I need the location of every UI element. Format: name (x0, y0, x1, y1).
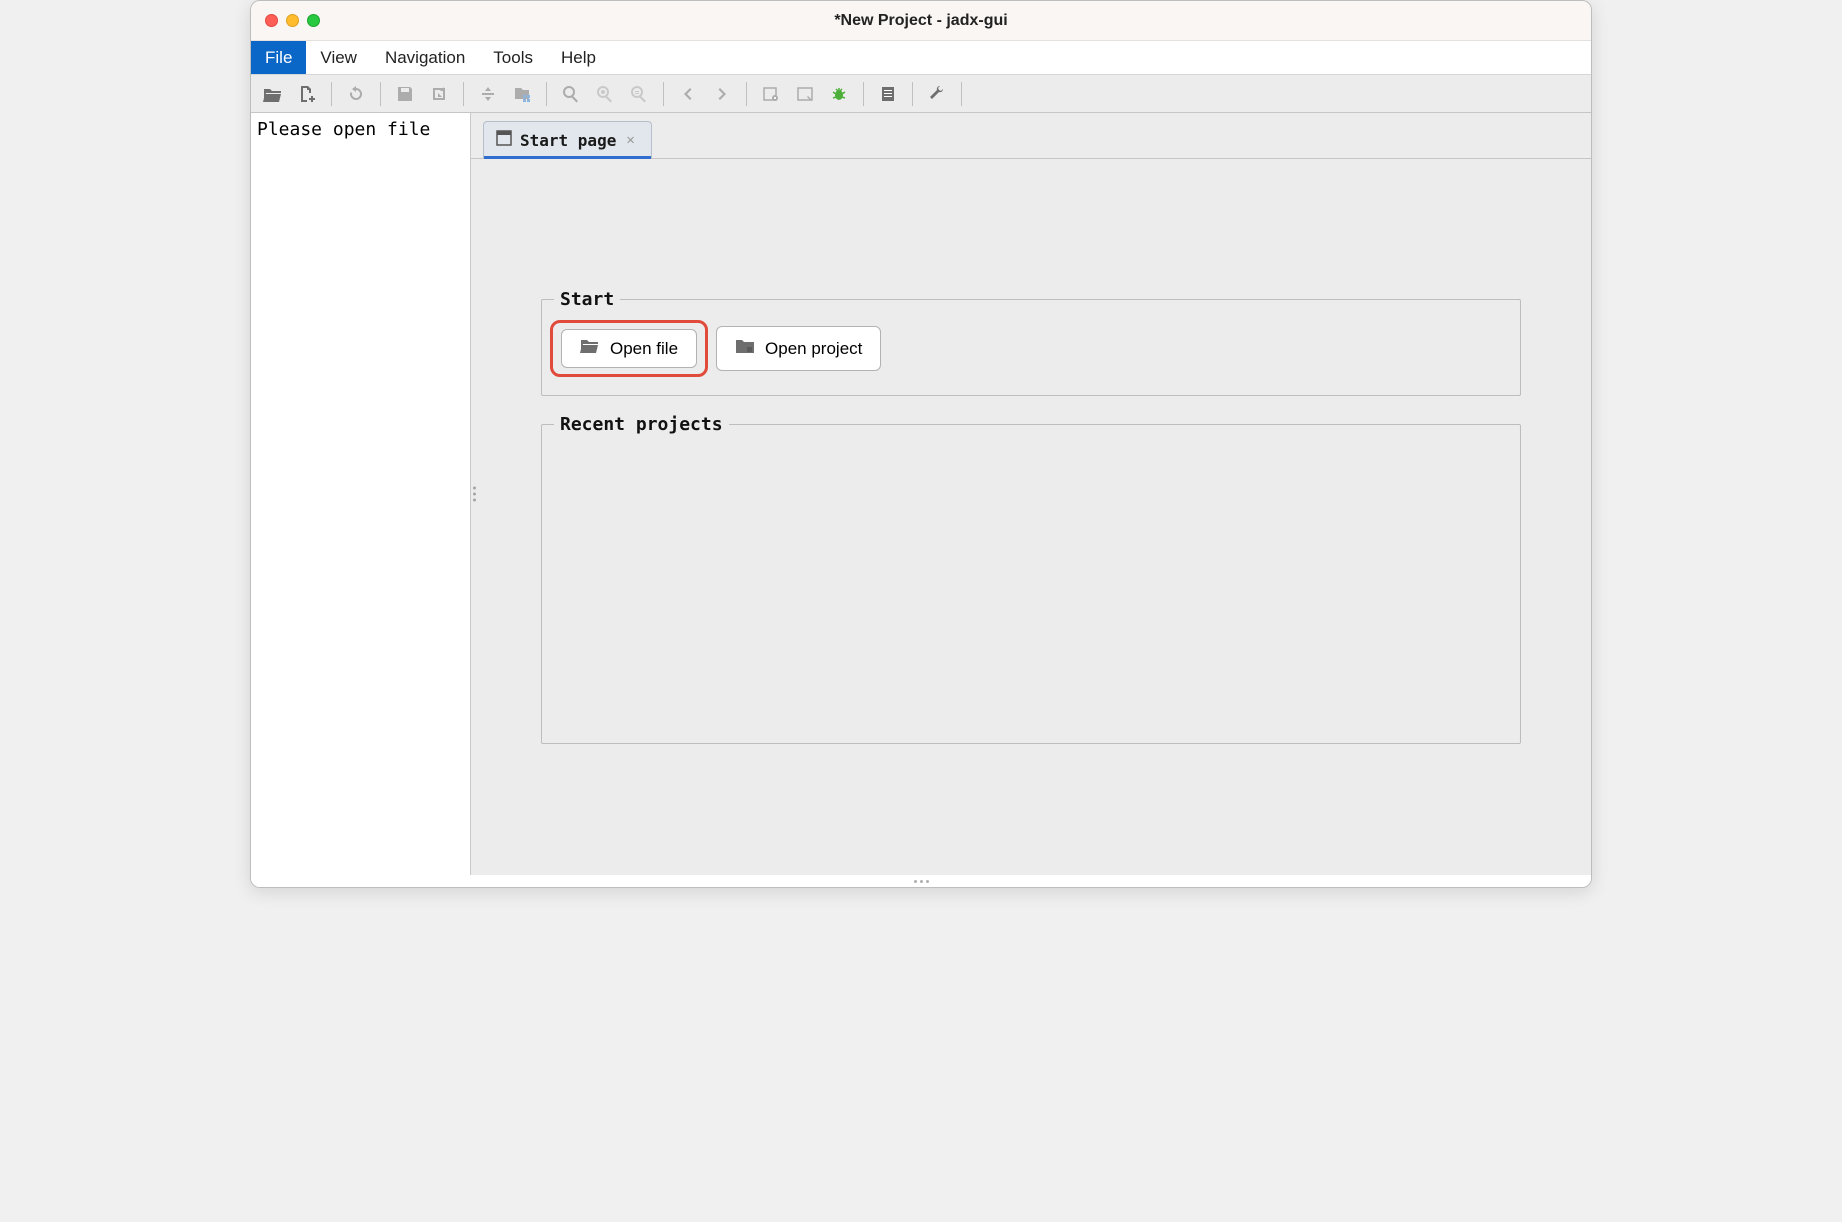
start-page: Start Open file (471, 159, 1591, 875)
menu-help[interactable]: Help (547, 41, 610, 74)
export-icon[interactable] (423, 79, 455, 109)
forward-icon[interactable] (706, 79, 738, 109)
toolbar-separator (663, 82, 664, 106)
close-tab-icon[interactable]: ✕ (624, 132, 636, 148)
split-handle[interactable] (473, 487, 476, 502)
quark-icon[interactable] (789, 79, 821, 109)
menubar: File View Navigation Tools Help (251, 41, 1591, 75)
titlebar: *New Project - jadx-gui (251, 1, 1591, 41)
traffic-lights (265, 14, 320, 27)
search-icon[interactable] (555, 79, 587, 109)
tab-icon (496, 130, 512, 150)
recent-projects-section: Recent projects (541, 414, 1521, 744)
search-class-icon[interactable] (589, 79, 621, 109)
open-file-label: Open file (610, 339, 678, 359)
main-body: Please open file Start page ✕ Start (251, 113, 1591, 875)
settings-icon[interactable] (921, 79, 953, 109)
recent-projects-legend: Recent projects (554, 414, 729, 435)
deobfuscate-icon[interactable] (755, 79, 787, 109)
close-window-button[interactable] (265, 14, 278, 27)
tab-label: Start page (520, 131, 616, 150)
toolbar-separator (746, 82, 747, 106)
folder-open-icon (580, 338, 600, 359)
add-files-icon[interactable] (291, 79, 323, 109)
open-project-button[interactable]: Open project (716, 326, 881, 371)
open-file-highlight: Open file (550, 320, 708, 377)
sidebar-placeholder: Please open file (251, 113, 470, 146)
back-icon[interactable] (672, 79, 704, 109)
start-section: Start Open file (541, 289, 1521, 396)
toolbar-separator (912, 82, 913, 106)
open-file-button[interactable]: Open file (561, 329, 697, 368)
menu-navigation[interactable]: Navigation (371, 41, 479, 74)
start-section-legend: Start (554, 289, 620, 310)
open-project-label: Open project (765, 339, 862, 359)
debug-icon[interactable] (823, 79, 855, 109)
menu-view[interactable]: View (306, 41, 371, 74)
toolbar-separator (961, 82, 962, 106)
log-icon[interactable] (872, 79, 904, 109)
toolbar-separator (380, 82, 381, 106)
reload-icon[interactable] (340, 79, 372, 109)
window-title: *New Project - jadx-gui (834, 12, 1007, 30)
toolbar (251, 75, 1591, 113)
toolbar-separator (463, 82, 464, 106)
minimize-window-button[interactable] (286, 14, 299, 27)
content-area: Start page ✕ Start Open file (471, 113, 1591, 875)
open-file-icon[interactable] (257, 79, 289, 109)
sync-icon[interactable] (472, 79, 504, 109)
maximize-window-button[interactable] (307, 14, 320, 27)
menu-file[interactable]: File (251, 41, 306, 74)
search-comment-icon[interactable] (623, 79, 655, 109)
tabstrip: Start page ✕ (471, 113, 1591, 159)
toolbar-separator (863, 82, 864, 106)
save-icon[interactable] (389, 79, 421, 109)
folder-project-icon (735, 338, 755, 359)
app-window: *New Project - jadx-gui File View Naviga… (250, 0, 1592, 888)
project-tree-sidebar: Please open file (251, 113, 471, 875)
resize-handle-bottom[interactable] (251, 875, 1591, 887)
toolbar-separator (331, 82, 332, 106)
toolbar-separator (546, 82, 547, 106)
flatten-packages-icon[interactable] (506, 79, 538, 109)
menu-tools[interactable]: Tools (479, 41, 547, 74)
tab-start-page[interactable]: Start page ✕ (483, 121, 652, 158)
